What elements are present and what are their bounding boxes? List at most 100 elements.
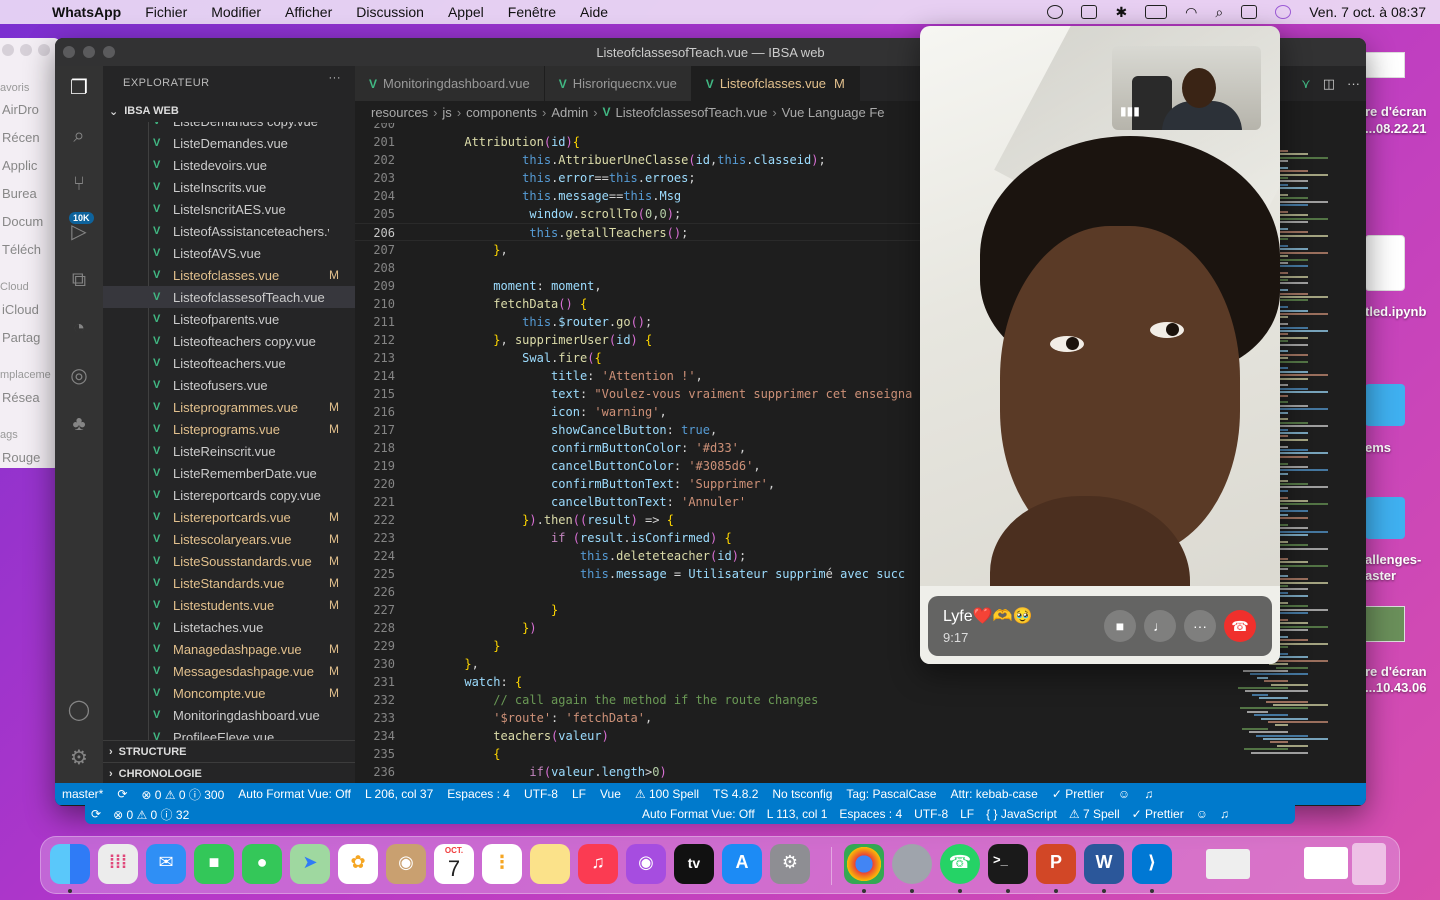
finder-item-partage[interactable]: Partag	[2, 330, 40, 345]
breadcrumb-item[interactable]: Admin	[551, 105, 588, 120]
desktop-notebook-icon[interactable]	[1365, 235, 1405, 291]
remote-explorer-icon[interactable]: ◎	[67, 364, 91, 388]
more-actions-icon[interactable]: ···	[1347, 76, 1360, 91]
file-tree-item[interactable]: V Listeofparents.vue	[103, 308, 355, 330]
tab-listeofclasses[interactable]: V Listeofclasses.vue M	[691, 66, 860, 101]
desktop-screenshot-thumb[interactable]	[1365, 52, 1405, 78]
settings-gear-icon[interactable]: ⚙	[67, 746, 91, 770]
mail-dock-icon[interactable]: ✉	[146, 844, 186, 884]
contacts-dock-icon[interactable]: ◉	[386, 844, 426, 884]
vscode-dock-icon[interactable]: ⟩	[1132, 844, 1172, 884]
encoding-status[interactable]: UTF-8	[908, 807, 954, 821]
cursor-position[interactable]: L 206, col 37	[358, 787, 440, 801]
cursor-position[interactable]: L 113, col 1	[761, 807, 834, 821]
file-tree-item[interactable]: V Listestudents.vue M	[103, 594, 355, 616]
tsconfig-status[interactable]: No tsconfig	[765, 787, 839, 801]
end-call-button[interactable]: ☎	[1224, 610, 1256, 642]
desktop-folder-icon[interactable]	[1365, 384, 1405, 426]
breadcrumb-item[interactable]: Vue Language Fe	[782, 105, 885, 120]
auto-format-status[interactable]: Auto Format Vue: Off	[636, 807, 761, 821]
split-editor-icon[interactable]: ◫	[1323, 76, 1335, 92]
finder-item-icloud[interactable]: iCloud	[2, 302, 39, 317]
finder-item-recents[interactable]: Récen	[2, 130, 40, 145]
code-line[interactable]: 232 // call again the method if the rout…	[355, 691, 1366, 709]
app-store-dock-icon[interactable]: A	[722, 844, 762, 884]
file-tree-item[interactable]: V ListeDemandes copy.vue	[103, 122, 355, 132]
breadcrumb-item[interactable]: ListeofclassesofTeach.vue	[616, 105, 768, 120]
file-tree-item[interactable]: V ListeDemandes.vue	[103, 132, 355, 154]
problems-status[interactable]: ⊗ 0 ⚠ 0 ⓘ 300	[134, 786, 231, 803]
file-tree-item[interactable]: V ListeRememberDate.vue	[103, 462, 355, 484]
menu-aide[interactable]: Aide	[568, 4, 620, 20]
file-tree-item[interactable]: V Listedevoirs.vue	[103, 154, 355, 176]
file-tree-item[interactable]: V ListeofAVS.vue	[103, 242, 355, 264]
tv-dock-icon[interactable]: tv	[674, 844, 714, 884]
camera-toggle-button[interactable]: ■	[1104, 610, 1136, 642]
file-tree-item[interactable]: V ListeIsncritAES.vue	[103, 198, 355, 220]
file-tree-item[interactable]: V Listetaches.vue	[103, 616, 355, 638]
reminders-dock-icon[interactable]: ⋮	[482, 844, 522, 884]
file-tree-item[interactable]: V Managedashpage.vue M	[103, 638, 355, 660]
desktop-label[interactable]: re d'écran	[1365, 664, 1427, 679]
finder-item-documents[interactable]: Docum	[2, 214, 43, 229]
breadcrumb-item[interactable]: components	[466, 105, 537, 120]
finder-item-reseau[interactable]: Résea	[2, 390, 40, 405]
file-tree-item[interactable]: V ListeofclassesofTeach.vue	[103, 286, 355, 308]
code-line[interactable]: 231 watch: {	[355, 673, 1366, 691]
language-mode[interactable]: Vue	[593, 787, 628, 801]
control-center-icon[interactable]	[1241, 5, 1258, 19]
python-icon[interactable]: ♣	[67, 412, 91, 436]
display-icon[interactable]	[1081, 5, 1098, 19]
breadcrumb-item[interactable]: resources	[371, 105, 428, 120]
desktop-label[interactable]: ...08.22.21	[1365, 121, 1426, 136]
chrome-dock-icon[interactable]	[844, 844, 884, 884]
desktop-label[interactable]: re d'écran	[1365, 104, 1427, 119]
messages-dock-icon[interactable]: ●	[242, 844, 282, 884]
tableplus-dock-icon[interactable]	[892, 844, 932, 884]
search-icon[interactable]: ⌕	[1215, 4, 1223, 21]
file-tree-item[interactable]: V Listeprograms.vue M	[103, 418, 355, 440]
close-window-button[interactable]	[63, 46, 75, 58]
tab-monitoringdashboard[interactable]: V Monitoringdashboard.vue	[355, 66, 545, 101]
whatsapp-dock-icon[interactable]: ☎	[940, 844, 980, 884]
desktop-folder-icon[interactable]	[1365, 497, 1405, 539]
code-line[interactable]: 234 teachers(valeur)	[355, 727, 1366, 745]
spell-status[interactable]: ⚠ 100 Spell	[628, 787, 706, 801]
menu-fenetre[interactable]: Fenêtre	[496, 4, 568, 20]
structure-section[interactable]: › STRUCTURE	[103, 740, 355, 762]
downloads-stack-icon[interactable]	[1206, 849, 1250, 879]
chronologie-section[interactable]: › CHRONOLOGIE	[103, 762, 355, 784]
eol-status[interactable]: LF	[954, 807, 980, 821]
file-tree-item[interactable]: V ProfileeEleve.vue	[103, 726, 355, 741]
file-tree-item[interactable]: V ListeofAssistanceteachers.vue	[103, 220, 355, 242]
file-tree-item[interactable]: V ListeInscrits.vue	[103, 176, 355, 198]
git-graph-icon[interactable]: ◔	[67, 316, 91, 340]
finder-item-applications[interactable]: Applic	[2, 158, 37, 173]
siri-icon[interactable]	[1275, 5, 1292, 19]
explorer-icon[interactable]: ❐	[67, 76, 91, 100]
auto-format-status[interactable]: Auto Format Vue: Off	[231, 787, 358, 801]
photos-dock-icon[interactable]: ✿	[338, 844, 378, 884]
explorer-more-button[interactable]: ···	[329, 72, 342, 84]
finder-item-telechargements[interactable]: Téléch	[2, 242, 41, 257]
desktop-label[interactable]: ...10.43.06	[1365, 680, 1426, 695]
notifications-bell-icon[interactable]: ♫	[1214, 807, 1235, 821]
sync-status[interactable]: ⟳	[110, 787, 134, 801]
desktop-label[interactable]: allenges-	[1365, 552, 1421, 567]
file-tree-item[interactable]: V Messagesdashpage.vue M	[103, 660, 355, 682]
finder-item-rouge[interactable]: Rouge	[2, 450, 40, 465]
desktop-label[interactable]: ems	[1365, 440, 1391, 455]
encoding-status[interactable]: UTF-8	[517, 787, 565, 801]
menu-clock[interactable]: Ven. 7 oct. à 08:37	[1309, 4, 1426, 20]
file-tree-item[interactable]: V Listeofteachers.vue	[103, 352, 355, 374]
notes-dock-icon[interactable]	[530, 844, 570, 884]
battery-icon[interactable]	[1145, 5, 1168, 19]
eol-status[interactable]: LF	[565, 787, 593, 801]
menu-afficher[interactable]: Afficher	[273, 4, 344, 20]
self-view-pip[interactable]: ▮▮▮	[1112, 46, 1261, 130]
source-control-icon[interactable]: ⑂	[67, 172, 91, 196]
file-tree-item[interactable]: V Listescolaryears.vue M	[103, 528, 355, 550]
spell-status[interactable]: ⚠ 7 Spell	[1063, 807, 1126, 821]
play-icon[interactable]	[1047, 5, 1064, 19]
project-header[interactable]: ⌄ IBSA WEB	[103, 100, 355, 122]
